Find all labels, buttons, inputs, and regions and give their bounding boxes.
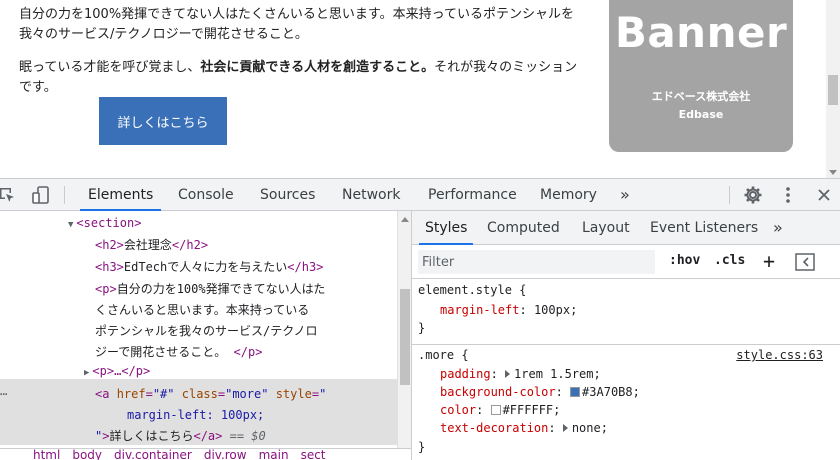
dom-gutter-dots: ⋯ (0, 387, 8, 401)
style-property[interactable]: margin-left: 100px; (440, 303, 577, 317)
dom-node-a-selected[interactable]: <a href="#" class="more" style=" (95, 385, 326, 403)
element-style-rule: element.style { margin-left: 100px; } (412, 279, 840, 345)
more-class-rule: .more { style.css:63 padding: 1rem 1.5re… (412, 345, 840, 460)
styles-filter-input[interactable] (418, 250, 655, 274)
mission-paragraph-2: 眠っている才能を呼び覚まし、社会に貢献できる人材を創造すること。それが我々のミッ… (19, 58, 579, 98)
breadcrumb-body[interactable]: body (72, 449, 102, 460)
breadcrumb-div-container[interactable]: div.container (114, 449, 192, 460)
style-property[interactable]: padding: 1rem 1.5rem; (440, 367, 601, 381)
banner-title: Banner (614, 8, 788, 57)
styles-pane: Styles Computed Layout Event Listeners »… (411, 211, 840, 460)
close-devtools-icon[interactable] (813, 184, 835, 206)
dom-breadcrumb: html body div.container div.row main sect (0, 448, 411, 460)
dom-node-p-text: くさんいると思います。本来持っている (95, 303, 310, 317)
closing-brace: } (418, 321, 426, 335)
tab-network[interactable]: Network (334, 179, 408, 211)
dom-node-p[interactable]: <p>自分の力を100%発揮できてない人はた (95, 280, 325, 298)
element-style-selector[interactable]: element.style { (418, 283, 526, 297)
closing-brace: } (418, 440, 426, 454)
breadcrumb-html[interactable]: html (33, 449, 60, 460)
toolbar-separator (729, 186, 730, 204)
kebab-menu-icon[interactable] (777, 184, 799, 206)
dom-node-a-content: ">詳しくはこちら</a> == $0 (95, 429, 266, 443)
styles-subtabs: Styles Computed Layout Event Listeners » (412, 211, 840, 245)
breadcrumb-main[interactable]: main (259, 449, 289, 460)
styles-filter-row: :hov .cls + (412, 245, 840, 279)
tab-elements[interactable]: Elements (80, 179, 162, 211)
tab-computed[interactable]: Computed (481, 211, 566, 245)
elements-scrollbar-thumb[interactable] (400, 289, 410, 385)
style-property[interactable]: color: #FFFFFF; (440, 403, 560, 417)
style-property[interactable]: background-color: #3A70B8; (440, 385, 640, 399)
tab-layout[interactable]: Layout (576, 211, 636, 245)
banner-company-en: Edbase (678, 108, 724, 121)
color-swatch-icon[interactable] (490, 405, 501, 415)
elements-scrollbar[interactable] (397, 211, 411, 460)
dom-node-p-text: ジーで開花させること。 </p> (95, 345, 263, 359)
more-info-button[interactable]: 詳しくはこちら (99, 97, 227, 145)
toggle-sidebar-icon[interactable] (795, 253, 815, 271)
style-property[interactable]: text-decoration: none; (440, 421, 608, 435)
tab-memory[interactable]: Memory (532, 179, 605, 211)
tab-console[interactable]: Console (170, 179, 242, 211)
tab-performance[interactable]: Performance (420, 179, 525, 211)
elements-dom-tree: ▼ <section> <h2>会社理念</h2> <h3>EdTechで人々に力… (0, 211, 411, 460)
class-toggle[interactable]: .cls (714, 253, 745, 268)
breadcrumb-section[interactable]: sect (301, 449, 326, 460)
more-selector[interactable]: .more { (418, 348, 469, 362)
expand-shorthand-icon[interactable] (505, 370, 511, 378)
tab-styles[interactable]: Styles (419, 211, 474, 245)
inspect-element-icon[interactable] (0, 184, 18, 206)
dom-node-a-style: margin-left: 100px; (127, 408, 265, 422)
expand-shorthand-icon[interactable] (562, 424, 568, 432)
page-scrollbar[interactable] (826, 0, 840, 178)
expanded-triangle-icon[interactable]: ▼ (68, 220, 73, 230)
hover-state-toggle[interactable]: :hov (669, 253, 700, 268)
page-scrollbar-thumb[interactable] (828, 75, 838, 105)
scroll-up-arrow-icon[interactable] (401, 217, 409, 222)
dom-node-p-collapsed[interactable]: ▶ <p>…</p> (84, 362, 150, 382)
banner-company: エドベース株式会社 (651, 90, 751, 103)
tab-event-listeners[interactable]: Event Listeners (644, 211, 764, 245)
scroll-down-arrow-icon[interactable] (829, 170, 837, 175)
paragraph2-pre: 眠っている才能を呼び覚まし、 (19, 60, 201, 75)
more-subtabs-chevron-icon[interactable]: » (767, 211, 789, 245)
tab-sources[interactable]: Sources (252, 179, 323, 211)
banner-image[interactable]: Banner エドベース株式会社 Edbase (609, 0, 793, 152)
breadcrumb-div-row[interactable]: div.row (204, 449, 247, 460)
dom-node-p-text: ポテンシャルを我々のサービス/テクノロ (95, 324, 318, 338)
more-tabs-chevron-icon[interactable]: » (612, 179, 638, 211)
dom-node-h3[interactable]: <h3>EdTechで人々に力を与えたい</h3> (95, 258, 323, 276)
dom-node-h2[interactable]: <h2>会社理念</h2> (95, 236, 208, 254)
page-viewport: 自分の力を100%発揮できてない人はたくさんいると思います。本来持っているポテン… (0, 0, 840, 178)
toolbar-separator (64, 186, 65, 204)
dom-node-section[interactable]: ▼ <section> (68, 214, 141, 234)
paragraph2-bold: 社会に貢献できる人材を創造すること。 (200, 60, 435, 75)
devtools-toolbar: Elements Console Sources Network Perform… (0, 178, 840, 211)
mission-paragraph-1: 自分の力を100%発揮できてない人はたくさんいると思います。本来持っているポテン… (19, 7, 574, 42)
device-toolbar-icon[interactable] (30, 184, 52, 206)
collapsed-triangle-icon[interactable]: ▶ (84, 368, 89, 378)
color-swatch-icon[interactable] (570, 387, 581, 397)
new-rule-plus-icon[interactable]: + (763, 249, 775, 273)
stylesheet-source-link[interactable]: style.css:63 (736, 348, 823, 362)
settings-gear-icon[interactable] (742, 184, 764, 206)
